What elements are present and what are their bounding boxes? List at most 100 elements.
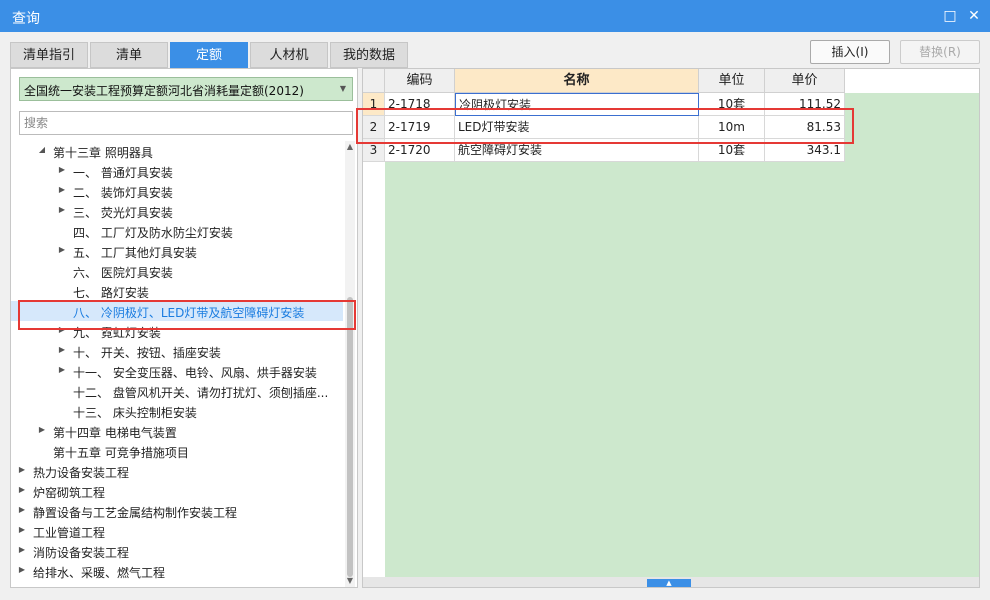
tree-item[interactable]: ▶ 一、 普通灯具安装 — [11, 161, 343, 181]
cell-code[interactable]: 2-1718 — [385, 93, 455, 116]
tree-item[interactable]: 四、 工厂灯及防水防尘灯安装 — [11, 221, 343, 241]
tree-item[interactable]: ◢ 第十三章 照明器具 — [11, 141, 343, 161]
collapse-arrow-icon[interactable]: ▶ — [57, 344, 67, 356]
collapse-arrow-icon[interactable]: ▶ — [17, 544, 27, 556]
collapse-grip-icon[interactable]: ▲ — [647, 579, 691, 587]
tree-item-label: 五、 工厂其他灯具安装 — [73, 246, 197, 260]
tree-item[interactable]: 八、 冷阴极灯、LED灯带及航空障碍灯安装 — [11, 301, 343, 321]
collapse-arrow-icon[interactable]: ▶ — [17, 524, 27, 536]
tree-item[interactable]: ▶ 九、 霓虹灯安装 — [11, 321, 343, 341]
tree-item[interactable]: ▶ 三、 荧光灯具安装 — [11, 201, 343, 221]
tree-item-label: 给排水、采暖、燃气工程 — [33, 566, 166, 580]
results-panel: 编码 名称 单位 单价 1 2-1718 冷阴极灯安装 10套 111.52 2 2-171… — [362, 68, 980, 588]
tree-item[interactable]: 十三、 床头控制柜安装 — [11, 401, 343, 421]
left-panel: 全国统一安装工程预算定额河北省消耗量定额(2012) ▼ ◢第十三章 照明器具▶… — [10, 68, 358, 588]
tree-item[interactable]: ▶ 炉窑砌筑工程 — [11, 481, 343, 501]
tree-item[interactable]: ▶ 十一、 安全变压器、电铃、风扇、烘手器安装 — [11, 361, 343, 381]
cell-price[interactable]: 111.52 — [765, 93, 845, 116]
tree-item-label: 十二、 盘管风机开关、请勿打扰灯、须刨插座... — [73, 386, 329, 400]
tree-item-label: 静置设备与工艺金属结构制作安装工程 — [33, 506, 238, 520]
tree-item[interactable]: 十二、 盘管风机开关、请勿打扰灯、须刨插座... — [11, 381, 343, 401]
horizontal-scrollbar[interactable]: ▲ — [363, 577, 979, 587]
tab-quota[interactable]: 定额 — [170, 42, 248, 68]
cell-price[interactable]: 343.1 — [765, 139, 845, 162]
collapse-arrow-icon[interactable]: ▶ — [17, 464, 27, 476]
tab-list-guide[interactable]: 清单指引 — [10, 42, 88, 68]
tree-item-label: 九、 霓虹灯安装 — [73, 326, 161, 340]
cell-price[interactable]: 81.53 — [765, 116, 845, 139]
cell-unit[interactable]: 10m — [699, 116, 765, 139]
column-header-name[interactable]: 名称 — [455, 69, 699, 93]
tree-item-label: 四、 工厂灯及防水防尘灯安装 — [73, 226, 233, 240]
tree-item[interactable]: 六、 医院灯具安装 — [11, 261, 343, 281]
column-header-unit[interactable]: 单位 — [699, 69, 765, 93]
collapse-arrow-icon[interactable]: ▶ — [57, 164, 67, 176]
scroll-down-icon[interactable]: ▼ — [345, 575, 355, 587]
tree-item-label: 第十四章 电梯电气装置 — [53, 426, 177, 440]
tree-item-label: 消防设备安装工程 — [33, 546, 130, 560]
tree-item[interactable]: ▶ 热力设备安装工程 — [11, 461, 343, 481]
tree-item-label: 第十五章 可竞争措施项目 — [53, 446, 189, 460]
scroll-thumb[interactable] — [347, 297, 353, 577]
tree-item[interactable]: ▶ 第十四章 电梯电气装置 — [11, 421, 343, 441]
tree-item[interactable]: ▶ 静置设备与工艺金属结构制作安装工程 — [11, 501, 343, 521]
row-number[interactable]: 1 — [363, 93, 385, 116]
grid-empty-area — [385, 93, 979, 581]
tree-item-label: 热力设备安装工程 — [33, 466, 130, 480]
collapse-arrow-icon[interactable]: ▶ — [17, 504, 27, 516]
tree-item-label: 二、 装饰灯具安装 — [73, 186, 173, 200]
maximize-icon[interactable]: □ — [940, 6, 960, 26]
tree-item-label: 一、 普通灯具安装 — [73, 166, 173, 180]
expand-arrow-icon[interactable]: ◢ — [37, 144, 47, 156]
quota-library-select[interactable]: 全国统一安装工程预算定额河北省消耗量定额(2012) ▼ — [19, 77, 353, 101]
collapse-arrow-icon[interactable]: ▶ — [57, 244, 67, 256]
tree-scrollbar[interactable]: ▲ ▼ — [345, 141, 355, 587]
tree-item[interactable]: ▶ 十、 开关、按钮、插座安装 — [11, 341, 343, 361]
collapse-arrow-icon[interactable]: ▶ — [17, 484, 27, 496]
tree-item[interactable]: ▶ 工业管道工程 — [11, 521, 343, 541]
tree-item[interactable]: ▶ 二、 装饰灯具安装 — [11, 181, 343, 201]
tree-item[interactable]: 七、 路灯安装 — [11, 281, 343, 301]
grid-corner — [363, 69, 385, 93]
cell-code[interactable]: 2-1719 — [385, 116, 455, 139]
title-bar: 查询 □ ✕ — [0, 0, 990, 32]
tree-item-label: 工业管道工程 — [33, 526, 106, 540]
collapse-arrow-icon[interactable]: ▶ — [37, 424, 47, 436]
column-header-price[interactable]: 单价 — [765, 69, 845, 93]
tree-item[interactable]: ▶ 消防设备安装工程 — [11, 541, 343, 561]
window-title: 查询 — [12, 11, 40, 27]
cell-name[interactable]: 冷阴极灯安装 — [455, 93, 699, 116]
collapse-arrow-icon[interactable]: ▶ — [57, 364, 67, 376]
close-icon[interactable]: ✕ — [964, 6, 984, 26]
row-number[interactable]: 2 — [363, 116, 385, 139]
search-input[interactable] — [19, 111, 353, 135]
tree-item-label: 七、 路灯安装 — [73, 286, 149, 300]
tree-item-label: 十一、 安全变压器、电铃、风扇、烘手器安装 — [73, 366, 317, 380]
column-header-code[interactable]: 编码 — [385, 69, 455, 93]
collapse-arrow-icon[interactable]: ▶ — [17, 564, 27, 576]
tree-item-label: 三、 荧光灯具安装 — [73, 206, 173, 220]
collapse-arrow-icon[interactable]: ▶ — [57, 324, 67, 336]
replace-button[interactable]: 替换(R) — [900, 40, 980, 64]
tab-list[interactable]: 清单 — [90, 42, 168, 68]
tree-item[interactable]: ▶ 五、 工厂其他灯具安装 — [11, 241, 343, 261]
cell-unit[interactable]: 10套 — [699, 93, 765, 116]
cell-code[interactable]: 2-1720 — [385, 139, 455, 162]
tab-materials[interactable]: 人材机 — [250, 42, 328, 68]
cell-name[interactable]: LED灯带安装 — [455, 116, 699, 139]
tree-item-label: 十三、 床头控制柜安装 — [73, 406, 197, 420]
tree-item-label: 十、 开关、按钮、插座安装 — [73, 346, 221, 360]
collapse-arrow-icon[interactable]: ▶ — [57, 204, 67, 216]
tree-item[interactable]: 第十五章 可竞争措施项目 — [11, 441, 343, 461]
tree-item-label: 炉窑砌筑工程 — [33, 486, 106, 500]
scroll-up-icon[interactable]: ▲ — [345, 141, 355, 153]
row-number[interactable]: 3 — [363, 139, 385, 162]
collapse-arrow-icon[interactable]: ▶ — [57, 184, 67, 196]
tree-item[interactable]: ▶ 给排水、采暖、燃气工程 — [11, 561, 343, 581]
chevron-down-icon: ▼ — [339, 84, 346, 93]
cell-unit[interactable]: 10套 — [699, 139, 765, 162]
quota-library-value: 全国统一安装工程预算定额河北省消耗量定额(2012) — [24, 84, 304, 98]
cell-name[interactable]: 航空障碍灯安装 — [455, 139, 699, 162]
insert-button[interactable]: 插入(I) — [810, 40, 890, 64]
tab-my-data[interactable]: 我的数据 — [330, 42, 408, 68]
